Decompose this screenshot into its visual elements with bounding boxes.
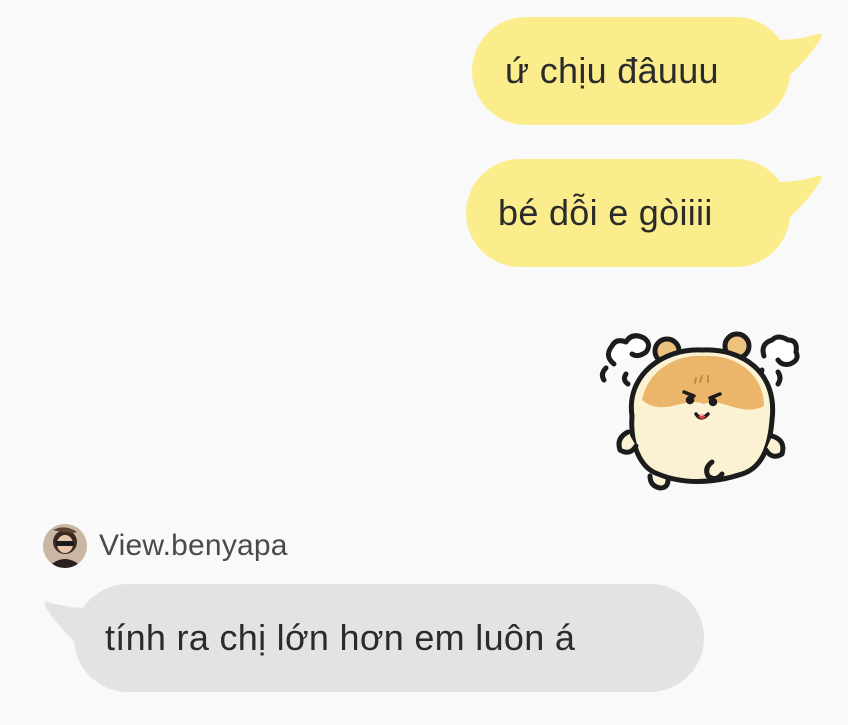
message-text: bé dỗi e gòiiii — [498, 192, 713, 233]
angry-hamster-sticker[interactable] — [592, 326, 808, 492]
outgoing-message-bubble[interactable]: bé dỗi e gòiiii — [466, 159, 790, 267]
avatar[interactable] — [43, 524, 87, 568]
message-text: tính ra chị lớn hơn em luôn á — [105, 617, 576, 658]
outgoing-message-bubble[interactable]: ứ chịu đâuuu — [472, 17, 790, 125]
incoming-message-bubble[interactable]: tính ra chị lớn hơn em luôn á — [74, 584, 704, 692]
message-text: ứ chịu đâuuu — [505, 50, 719, 91]
message-sender: View.benyapa — [43, 524, 288, 568]
sender-name[interactable]: View.benyapa — [99, 529, 288, 563]
chat-thread: ứ chịu đâuuu bé dỗi e gòiiii View.benyap… — [0, 0, 848, 725]
